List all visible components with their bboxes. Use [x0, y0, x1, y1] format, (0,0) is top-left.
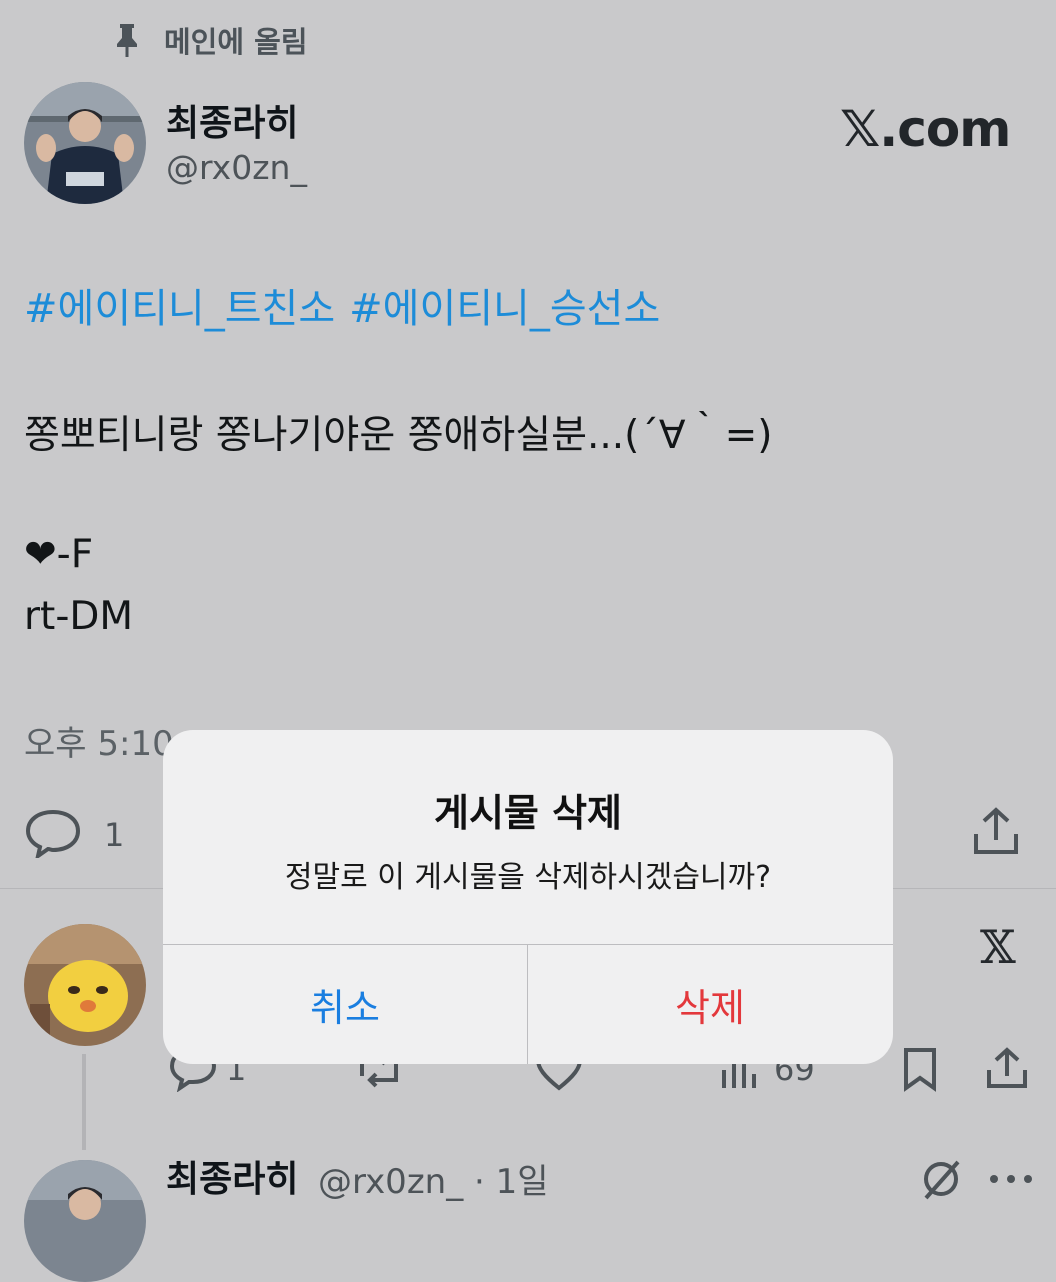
avatar[interactable]	[24, 82, 146, 204]
share-icon[interactable]	[970, 806, 1022, 862]
bookmark-icon[interactable]	[900, 1046, 940, 1096]
grok-icon[interactable]	[920, 1158, 962, 1204]
reply-count: 1	[104, 816, 125, 854]
post-time: 오후 5:10	[24, 724, 174, 764]
pinned-indicator: 메인에 올림	[112, 20, 308, 60]
hashtags: #에이티니_트친소 #에이티니_승선소	[24, 276, 674, 334]
x-logo-icon: 𝕏	[980, 920, 1016, 974]
delete-post-dialog: 게시물 삭제 정말로 이 게시물을 삭제하시겠습니까? 취소 삭제	[163, 730, 893, 1064]
post-meta: 오후 5:10	[24, 716, 174, 765]
pinned-label: 메인에 올림	[164, 25, 308, 59]
more-options-icon[interactable]	[988, 1170, 1034, 1189]
post-text-line: ❤-F	[24, 532, 94, 577]
post-text-line: 쫑뽀티니랑 쫑나기야운 쫑애하실분...(´∀｀=)	[24, 413, 773, 458]
cancel-button[interactable]: 취소	[163, 945, 527, 1064]
share-icon[interactable]	[984, 1046, 1030, 1096]
reply-action[interactable]: 1	[24, 808, 125, 862]
delete-button[interactable]: 삭제	[528, 945, 892, 1064]
hashtag-link[interactable]: #에이티니_승선소	[349, 286, 660, 332]
author-name[interactable]: 최종라히	[166, 94, 298, 146]
author-name[interactable]: 최종라히	[166, 1150, 298, 1202]
pin-icon	[112, 22, 142, 58]
avatar[interactable]	[24, 924, 146, 1046]
post-text-line: rt-DM	[24, 594, 134, 639]
reply-icon	[24, 808, 82, 862]
x-com-watermark: 𝕏.com	[840, 100, 1011, 158]
hashtag-link[interactable]: #에이티니_트친소	[24, 286, 335, 332]
avatar[interactable]	[24, 1160, 146, 1282]
dialog-message: 정말로 이 게시물을 삭제하시겠습니까?	[284, 860, 772, 895]
author-handle[interactable]: @rx0zn_	[166, 148, 307, 187]
dialog-title: 게시물 삭제	[433, 791, 623, 835]
author-handle-time[interactable]: @rx0zn_ · 1일	[318, 1154, 549, 1203]
